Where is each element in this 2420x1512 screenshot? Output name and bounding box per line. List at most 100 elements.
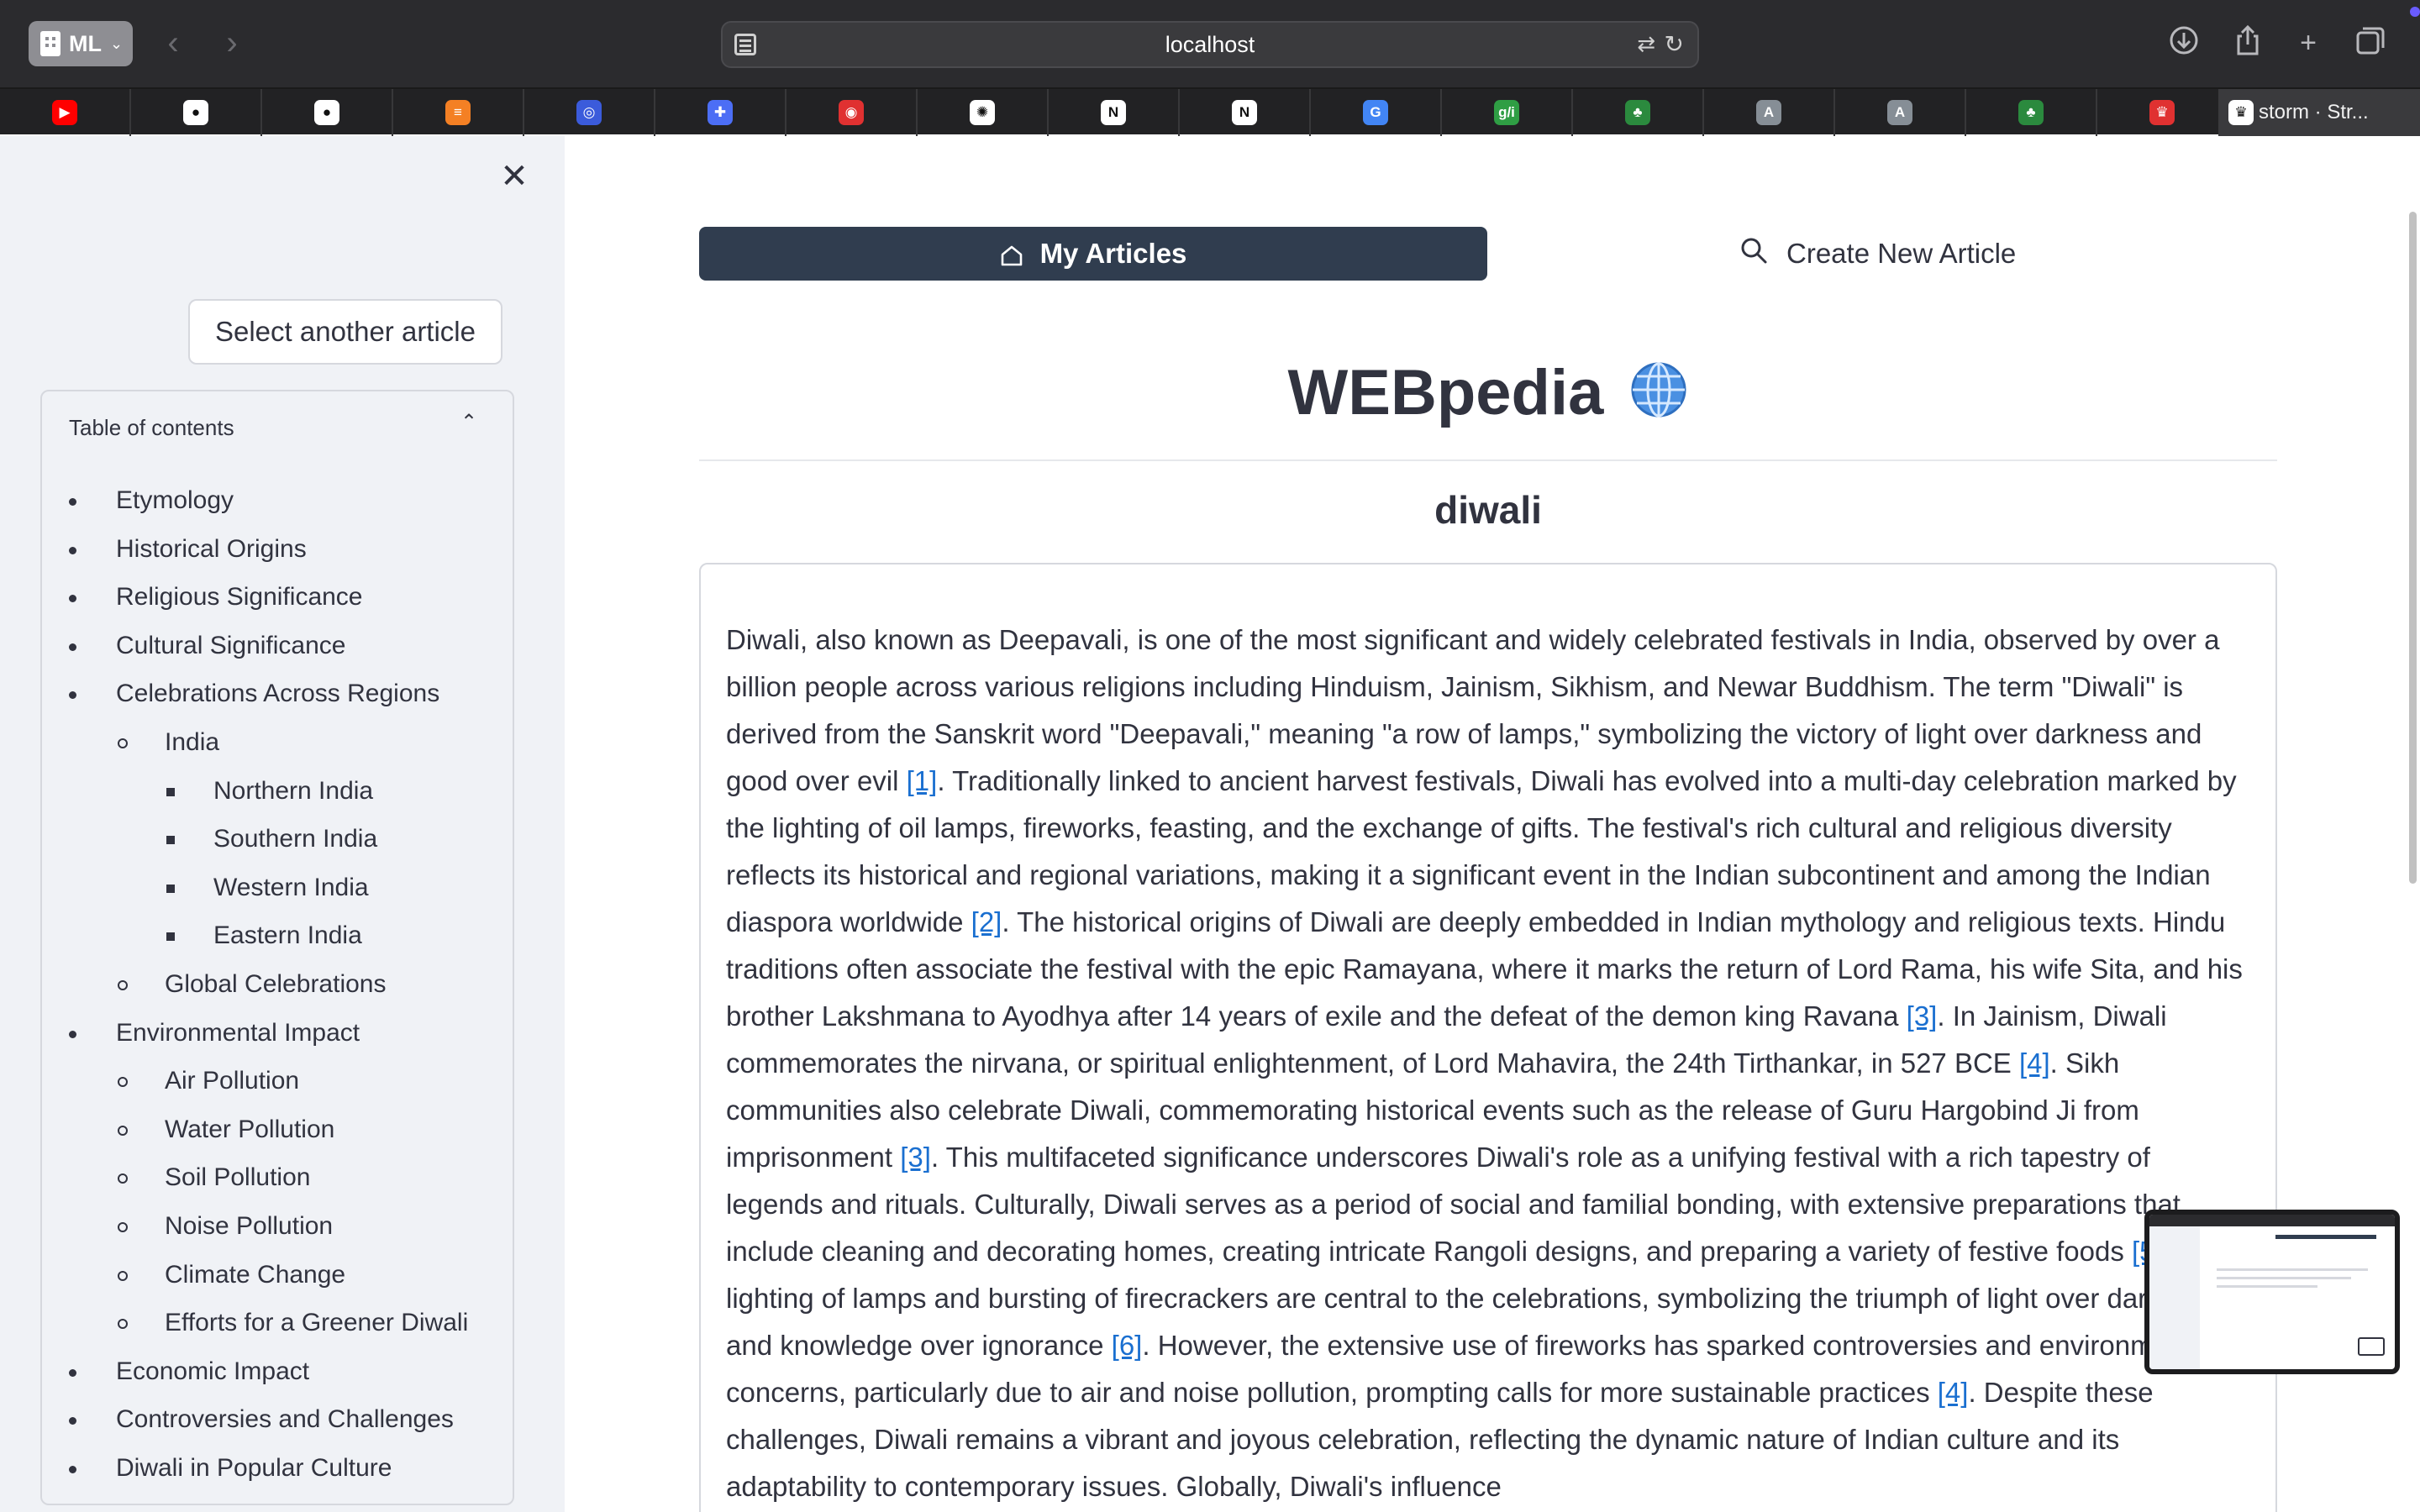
- toc-item-label: Northern India: [213, 776, 374, 805]
- toc-item[interactable]: Climate Change: [118, 1258, 345, 1292]
- browser-tab[interactable]: ◉: [786, 89, 918, 136]
- browser-tab[interactable]: ●: [262, 89, 393, 136]
- browser-tab[interactable]: ♣: [1573, 89, 1704, 136]
- address-url[interactable]: localhost: [723, 23, 1697, 66]
- profile-switcher[interactable]: ML ⌄: [29, 21, 133, 66]
- openai-icon: ✺: [970, 100, 995, 125]
- address-bar[interactable]: localhost ⇄ ↻: [721, 21, 1699, 68]
- browser-tab[interactable]: ●: [131, 89, 262, 136]
- thumbnail-button: [2275, 1235, 2376, 1239]
- translate-icon[interactable]: ⇄: [1637, 31, 1655, 57]
- forward-icon[interactable]: ›: [215, 24, 249, 62]
- toc-item-label: Western India: [213, 873, 369, 901]
- share-icon[interactable]: [2228, 24, 2267, 62]
- citation-link[interactable]: [3]: [900, 1142, 931, 1173]
- toc-item[interactable]: Economic Impact: [69, 1355, 309, 1389]
- brand-title: WEBpedia: [1287, 357, 1604, 428]
- toc-item-label: Religious Significance: [116, 583, 363, 612]
- reload-icon[interactable]: ↻: [1665, 30, 1684, 58]
- main-content: My Articles Create New Article WEBpedia …: [565, 136, 2420, 1512]
- toc-item[interactable]: Cultural Significance: [69, 629, 345, 663]
- screenshot-thumbnail[interactable]: [2144, 1210, 2400, 1374]
- toc-item[interactable]: India: [118, 726, 219, 759]
- plant-icon: ♣: [1625, 100, 1650, 125]
- downloads-icon[interactable]: [2165, 24, 2203, 62]
- toc-item[interactable]: Celebrations Across Regions: [69, 677, 439, 711]
- toc-item[interactable]: Controversies and Challenges: [69, 1403, 454, 1436]
- toc-item[interactable]: Noise Pollution: [118, 1210, 333, 1243]
- bullet-icon: [69, 595, 76, 603]
- bullet-icon: [118, 1077, 128, 1088]
- toc-item-label: Southern India: [213, 825, 378, 853]
- back-icon[interactable]: ‹: [156, 24, 190, 62]
- toc-item[interactable]: Efforts for a Greener Diwali: [118, 1306, 468, 1340]
- bullet-icon: [69, 1368, 76, 1377]
- thumbnail-sidebar: [2149, 1226, 2200, 1369]
- toc-item-label: Eastern India: [213, 921, 362, 950]
- browser-tab[interactable]: ✚: [655, 89, 786, 136]
- profile-label: ML: [69, 30, 102, 56]
- browser-tab[interactable]: ♛: [2097, 89, 2228, 136]
- toc-item[interactable]: Northern India: [166, 774, 373, 808]
- picture-in-picture-icon[interactable]: [2358, 1337, 2385, 1356]
- home-icon: [1000, 244, 1022, 266]
- toc-item[interactable]: Etymology: [69, 484, 234, 517]
- create-new-article-button[interactable]: Create New Article: [1739, 227, 2016, 281]
- article-body: Diwali, also known as Deepavali, is one …: [726, 617, 2252, 1510]
- citation-link[interactable]: [4]: [2019, 1047, 2050, 1079]
- storm-icon: ♛: [2228, 100, 2254, 125]
- citation-link[interactable]: [6]: [1112, 1330, 1143, 1361]
- browser-tab[interactable]: ≡: [393, 89, 524, 136]
- bullet-icon: [166, 932, 175, 942]
- toc-item[interactable]: Eastern India: [166, 919, 362, 953]
- bullet-icon: [118, 1222, 128, 1232]
- toc-item-label: Water Pollution: [165, 1115, 335, 1143]
- article-container: Diwali, also known as Deepavali, is one …: [699, 563, 2277, 1512]
- scrollbar-thumb[interactable]: [2409, 212, 2417, 884]
- bullet-icon: [118, 738, 128, 748]
- citation-link[interactable]: [2]: [971, 906, 1002, 937]
- bullet-icon: [69, 546, 76, 554]
- toc-item[interactable]: Environmental Impact: [69, 1016, 360, 1050]
- browser-toolbar: ML ⌄ ‹ › localhost ⇄ ↻ +: [0, 0, 2420, 87]
- chevron-down-icon: ⌄: [109, 34, 124, 52]
- browser-tab[interactable]: ◎: [524, 89, 655, 136]
- toc-item[interactable]: Southern India: [166, 822, 377, 856]
- toc-item-label: Global Celebrations: [165, 970, 387, 998]
- browser-tab[interactable]: G: [1311, 89, 1442, 136]
- my-articles-button[interactable]: My Articles: [699, 227, 1487, 281]
- tab-overview-icon[interactable]: [2351, 24, 2390, 62]
- toc-item[interactable]: Soil Pollution: [118, 1161, 310, 1194]
- citation-link[interactable]: [4]: [1938, 1377, 1969, 1408]
- toc-item[interactable]: Western India: [166, 871, 369, 905]
- building-icon: [40, 31, 60, 56]
- toc-item-label: Air Pollution: [165, 1067, 300, 1095]
- browser-tab[interactable]: A: [1835, 89, 1966, 136]
- toc-item[interactable]: Historical Origins: [69, 533, 307, 566]
- notification-dot: [2410, 7, 2420, 17]
- toc-item[interactable]: Global Celebrations: [118, 968, 386, 1001]
- browser-tab[interactable]: ♣: [1966, 89, 2097, 136]
- a-icon: A: [1756, 100, 1781, 125]
- browser-tab[interactable]: g/i: [1442, 89, 1573, 136]
- toc-item[interactable]: Diwali in Popular Culture: [69, 1452, 392, 1485]
- scrollbar[interactable]: [2407, 212, 2420, 884]
- citation-link[interactable]: [1]: [907, 765, 938, 796]
- browser-tab[interactable]: ▶: [0, 89, 131, 136]
- browser-tab[interactable]: A: [1704, 89, 1835, 136]
- browser-tab[interactable]: ✺: [918, 89, 1049, 136]
- red-crown-icon: ♛: [2149, 100, 2175, 125]
- table-of-contents: Table of contents ⌃ Etymology Historical …: [40, 390, 514, 1505]
- active-browser-tab[interactable]: ♛ storm · Str...: [2218, 89, 2420, 136]
- browser-tab[interactable]: N: [1049, 89, 1180, 136]
- toc-item[interactable]: Water Pollution: [118, 1113, 334, 1147]
- toc-item[interactable]: Air Pollution: [118, 1064, 299, 1098]
- new-tab-icon[interactable]: +: [2289, 24, 2328, 62]
- search-icon: [1739, 236, 1768, 271]
- browser-tab[interactable]: N: [1180, 89, 1311, 136]
- select-another-article-button[interactable]: Select another article: [188, 299, 502, 365]
- chevron-up-icon[interactable]: ⌃: [460, 410, 477, 434]
- citation-link[interactable]: [3]: [1907, 1000, 1938, 1032]
- close-sidebar-icon[interactable]: ✕: [497, 160, 531, 193]
- toc-item[interactable]: Religious Significance: [69, 580, 363, 614]
